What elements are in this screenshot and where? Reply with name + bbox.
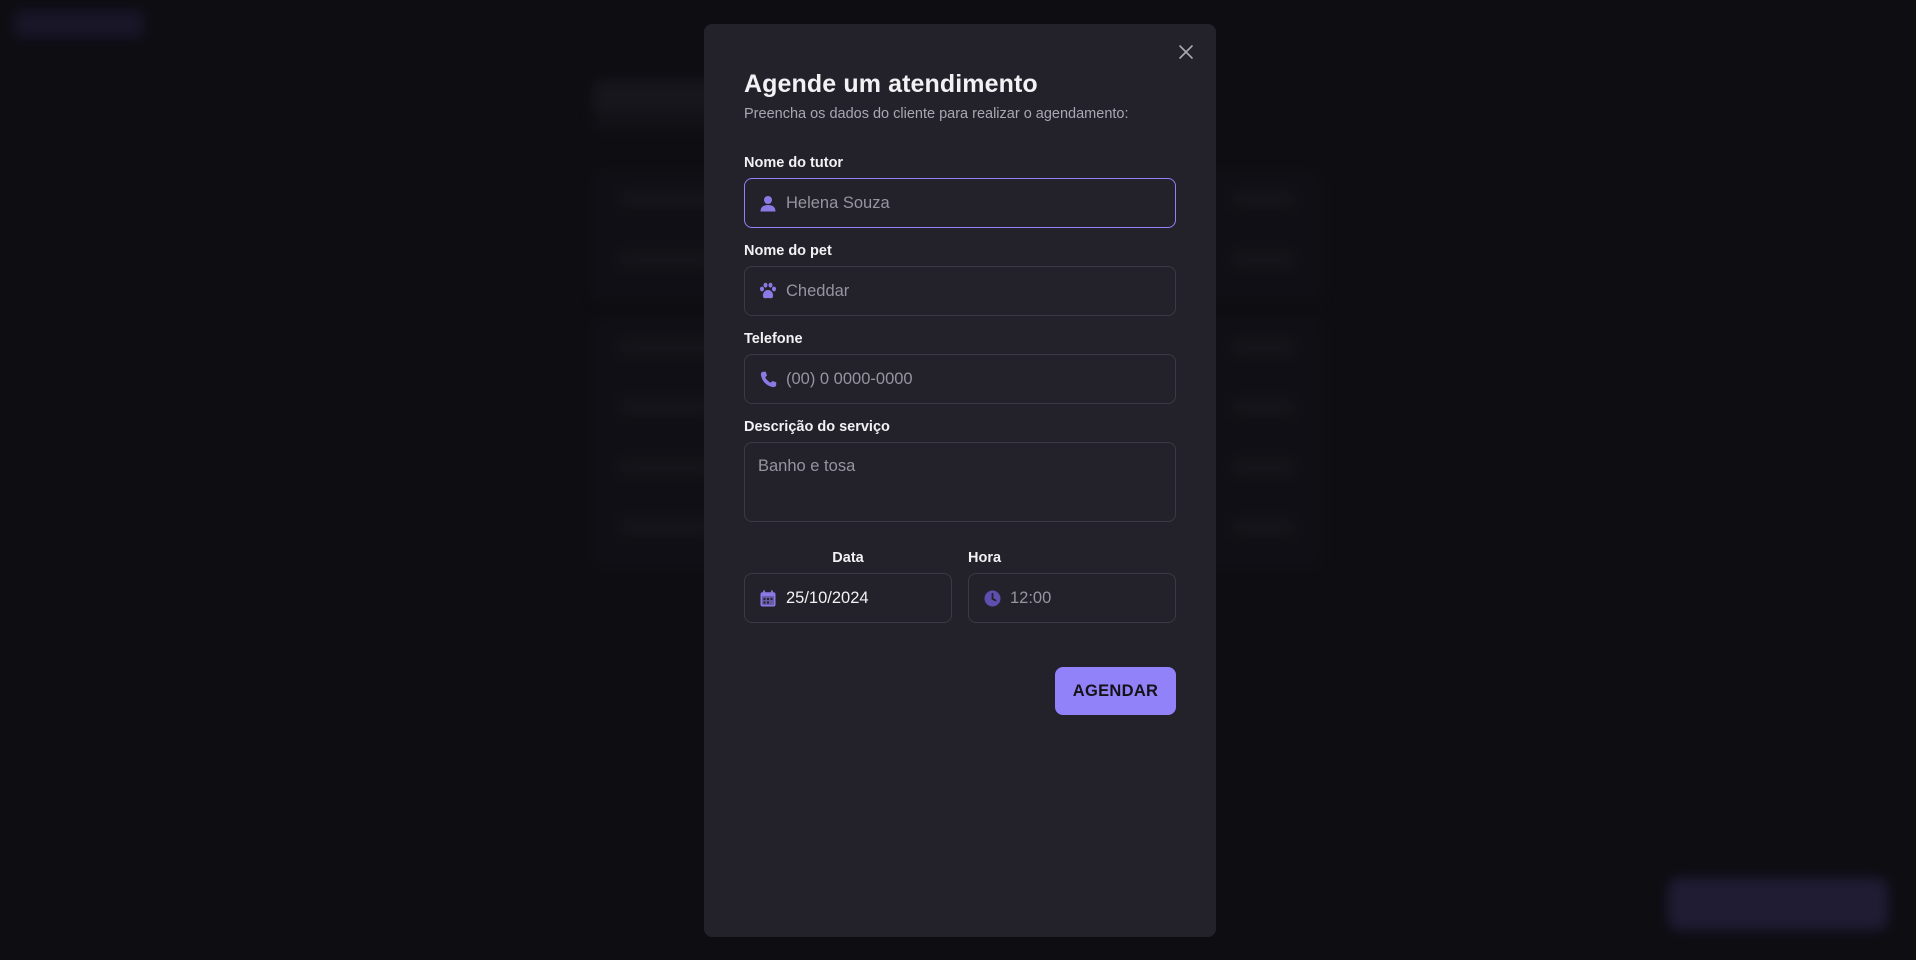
pet-input-wrapper[interactable] <box>744 266 1176 316</box>
service-textarea[interactable] <box>744 442 1176 522</box>
tutor-input[interactable] <box>786 193 1175 213</box>
pet-label: Nome do pet <box>744 243 832 259</box>
modal-actions: AGENDAR <box>744 667 1176 715</box>
date-label: Data <box>832 550 864 566</box>
user-icon <box>758 193 778 213</box>
appointment-modal: Agende um atendimento Preencha os dados … <box>704 24 1216 937</box>
pet-input[interactable] <box>786 281 1175 301</box>
date-time-row: Data 25/10/2024 Hora 12:00 <box>744 549 1176 623</box>
phone-label: Telefone <box>744 331 803 347</box>
phone-icon <box>758 369 778 389</box>
modal-subtitle: Preencha os dados do cliente para realiz… <box>744 106 1129 122</box>
tutor-input-wrapper[interactable] <box>744 178 1176 228</box>
phone-input[interactable] <box>786 369 1175 389</box>
date-field: Data <box>744 549 952 623</box>
clock-icon <box>982 588 1002 608</box>
calendar-icon <box>758 588 778 608</box>
date-input-wrapper[interactable] <box>744 573 952 623</box>
paw-icon <box>758 281 778 301</box>
schedule-button[interactable]: AGENDAR <box>1055 667 1176 715</box>
modal-title: Agende um atendimento <box>744 70 1038 98</box>
time-input-wrapper[interactable] <box>968 573 1176 623</box>
service-label: Descrição do serviço <box>744 419 890 435</box>
date-input[interactable] <box>786 588 951 608</box>
time-field: Hora <box>968 549 1176 623</box>
tutor-label: Nome do tutor <box>744 155 844 171</box>
close-button[interactable] <box>1174 40 1198 64</box>
phone-field: Telefone <box>744 330 1176 404</box>
time-input[interactable] <box>1010 588 1175 608</box>
phone-input-wrapper[interactable] <box>744 354 1176 404</box>
close-icon <box>1179 45 1193 59</box>
tutor-field: Nome do tutor <box>744 154 1176 228</box>
time-label: Hora <box>968 550 1002 566</box>
service-field: Descrição do serviço <box>744 418 1176 527</box>
pet-field: Nome do pet <box>744 242 1176 316</box>
